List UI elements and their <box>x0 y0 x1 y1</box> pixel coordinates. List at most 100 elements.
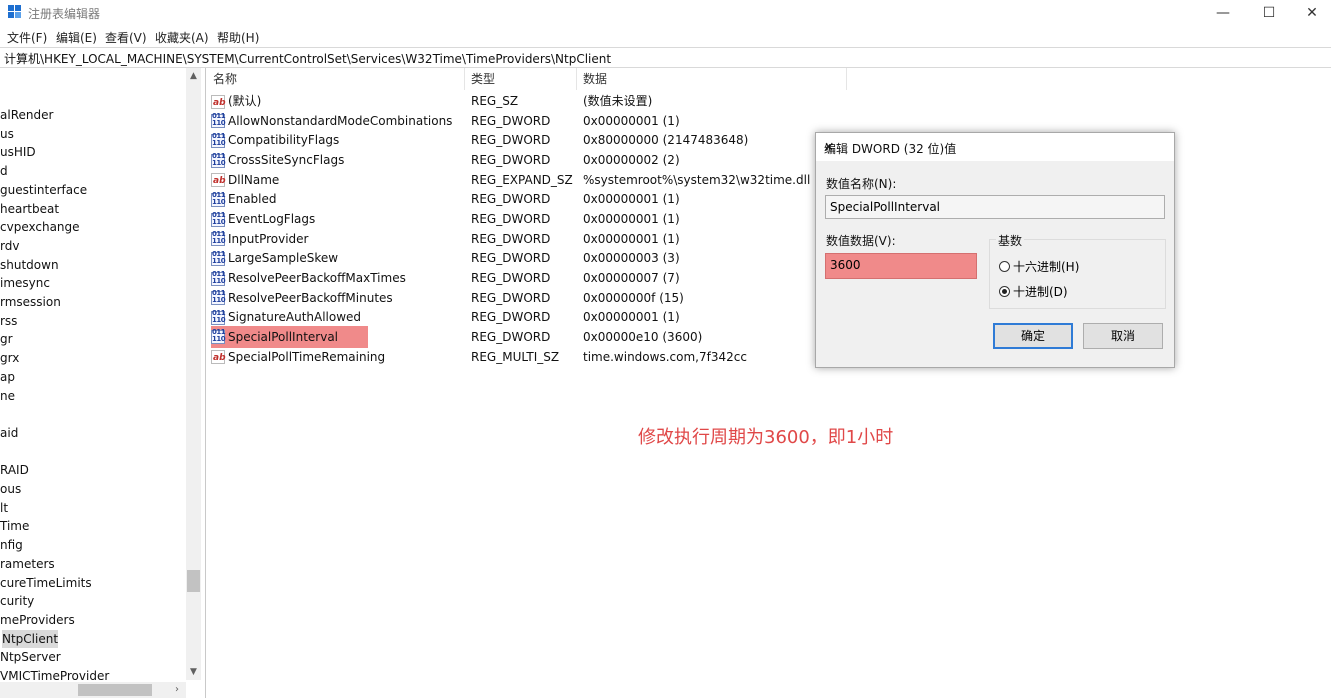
value-type-cell: REG_DWORD <box>471 271 551 286</box>
binary-value-icon: 011 110 <box>211 131 226 148</box>
dec-radio[interactable]: 十进制(D) <box>999 283 1068 300</box>
value-row[interactable]: ab (默认) REG_SZ (数值未设置) <box>207 92 1107 111</box>
binary-value-icon: 011 110 <box>211 151 226 168</box>
cancel-button[interactable]: 取消 <box>1083 323 1163 349</box>
value-name-cell[interactable]: 011 110 SignatureAuthAllowed <box>211 308 361 327</box>
tree-item[interactable]: rameters <box>0 555 55 573</box>
dec-radio-icon[interactable] <box>999 286 1010 297</box>
tree-item[interactable]: cureTimeLimits <box>0 574 92 592</box>
value-name-cell[interactable]: ab DllName <box>211 171 279 190</box>
binary-value-icon: 011 110 <box>211 328 226 345</box>
hex-radio-icon[interactable] <box>999 261 1010 272</box>
tree-item[interactable]: guestinterface <box>0 181 87 199</box>
tree-item[interactable]: NtpClient <box>2 629 59 648</box>
value-data-field[interactable]: 3600 <box>825 253 977 279</box>
menu-view[interactable]: 查看(V) <box>105 29 147 46</box>
value-name: SpecialPollInterval <box>228 329 339 344</box>
scroll-thumb[interactable] <box>187 570 200 592</box>
value-name-cell[interactable]: 011 110 EventLogFlags <box>211 210 315 229</box>
tree-item[interactable]: us <box>0 125 14 143</box>
column-header-data[interactable]: 数据 <box>577 68 847 90</box>
scroll-down-icon[interactable]: ▼ <box>186 664 201 680</box>
tree-item[interactable]: grx <box>0 349 19 367</box>
column-header-type[interactable]: 类型 <box>465 68 577 90</box>
binary-value-icon: 011 110 <box>211 249 226 266</box>
menu-edit[interactable]: 编辑(E) <box>56 29 97 46</box>
tree-item[interactable]: d <box>0 162 8 180</box>
tree-item[interactable]: ous <box>0 480 21 498</box>
tree-item[interactable]: meProviders <box>0 611 75 629</box>
regedit-app-icon <box>8 5 22 19</box>
menu-help[interactable]: 帮助(H) <box>217 29 259 46</box>
tree-item[interactable]: gr <box>0 330 13 348</box>
value-name: CrossSiteSyncFlags <box>228 153 345 167</box>
window-title: 注册表编辑器 <box>28 7 101 21</box>
value-type-cell: REG_EXPAND_SZ <box>471 172 573 187</box>
tree-item[interactable]: ap <box>0 368 15 386</box>
value-row[interactable]: 011 110 AllowNonstandardModeCombinations RE… <box>207 112 1107 131</box>
value-data-cell: 0x00000003 (3) <box>583 251 680 266</box>
annotation-text: 修改执行周期为3600，即1小时 <box>638 427 894 448</box>
value-name-cell[interactable]: 011 110 Enabled <box>211 190 277 209</box>
address-path[interactable]: 计算机\HKEY_LOCAL_MACHINE\SYSTEM\CurrentCon… <box>4 50 611 67</box>
value-name-cell[interactable]: 011 110 SpecialPollInterval <box>211 326 369 349</box>
value-name-cell[interactable]: 011 110 ResolvePeerBackoffMaxTimes <box>211 269 406 288</box>
tree-horizontal-scrollbar[interactable]: › <box>0 682 186 698</box>
value-name-cell[interactable]: 011 110 ResolvePeerBackoffMinutes <box>211 289 393 308</box>
value-name-label: 数值名称(N): <box>826 177 897 191</box>
tree-item[interactable]: NtpServer <box>0 648 61 666</box>
tree-item[interactable]: lt <box>0 499 8 517</box>
binary-value-icon: 011 110 <box>211 230 226 247</box>
string-value-icon: ab <box>211 94 226 109</box>
value-name: InputProvider <box>228 231 309 246</box>
dialog-title-bar: 编辑 DWORD (32 位)值 ✕ <box>816 133 1174 161</box>
tree-item[interactable]: heartbeat <box>0 200 59 218</box>
dialog-close-icon[interactable]: ✕ <box>824 140 1166 154</box>
tree-item[interactable]: rmsession <box>0 293 61 311</box>
tree-vertical-scrollbar[interactable]: ▲ ▼ <box>186 68 201 680</box>
tree-item[interactable]: curity <box>0 592 34 610</box>
value-name-cell[interactable]: ab SpecialPollTimeRemaining <box>211 348 385 367</box>
value-data-cell: 0x00000e10 (3600) <box>583 330 703 345</box>
value-name-cell[interactable]: 011 110 InputProvider <box>211 230 308 249</box>
maximize-button[interactable]: ☐ <box>1246 0 1292 26</box>
value-name: EventLogFlags <box>228 212 316 227</box>
tree-item[interactable]: cvpexchange <box>0 218 80 236</box>
hex-radio[interactable]: 十六进制(H) <box>999 258 1079 275</box>
tree-item[interactable]: imesync <box>0 274 50 292</box>
tree-item[interactable]: ne <box>0 387 15 405</box>
tree-item[interactable]: rdv <box>0 237 19 255</box>
tree-item[interactable]: alRender <box>0 106 53 124</box>
value-name-cell[interactable]: 011 110 AllowNonstandardModeCombinations <box>211 112 452 131</box>
tree-item[interactable]: Time <box>0 517 29 535</box>
hscroll-thumb[interactable] <box>78 684 152 696</box>
value-name-cell[interactable]: 011 110 CompatibilityFlags <box>211 131 339 150</box>
value-name-cell[interactable]: ab (默认) <box>211 92 261 111</box>
scroll-up-icon[interactable]: ▲ <box>186 68 201 84</box>
value-name-cell[interactable]: 011 110 CrossSiteSyncFlags <box>211 151 344 170</box>
menu-file[interactable]: 文件(F) <box>7 29 47 46</box>
tree-item[interactable]: nfig <box>0 536 23 554</box>
column-header-name[interactable]: 名称 <box>207 68 465 90</box>
tree-item[interactable]: usHID <box>0 143 36 161</box>
tree-item[interactable]: shutdown <box>0 256 59 274</box>
close-window-button[interactable]: ✕ <box>1289 0 1331 26</box>
tree-item[interactable]: RAID <box>0 461 29 479</box>
minimize-button[interactable]: — <box>1200 0 1246 26</box>
tree-item[interactable]: rss <box>0 312 17 330</box>
value-name-cell[interactable]: 011 110 LargeSampleSkew <box>211 249 338 268</box>
value-name: ResolvePeerBackoffMaxTimes <box>228 271 406 286</box>
value-data-cell: 0x00000001 (1) <box>583 310 680 325</box>
address-bar[interactable]: 计算机\HKEY_LOCAL_MACHINE\SYSTEM\CurrentCon… <box>0 47 1331 68</box>
binary-value-icon: 011 110 <box>211 308 226 325</box>
dec-radio-label[interactable]: 十进制(D) <box>1013 283 1068 300</box>
menu-favorites[interactable]: 收藏夹(A) <box>155 29 209 46</box>
hex-radio-label[interactable]: 十六进制(H) <box>1013 258 1079 275</box>
value-data-cell: 0x00000001 (1) <box>583 113 680 128</box>
value-name-field[interactable]: SpecialPollInterval <box>825 195 1165 219</box>
value-type-cell: REG_DWORD <box>471 290 551 305</box>
ok-button[interactable]: 确定 <box>993 323 1073 349</box>
binary-value-icon: 011 110 <box>211 289 226 306</box>
tree-item[interactable]: aid <box>0 424 18 442</box>
scroll-right-icon[interactable]: › <box>170 682 184 698</box>
